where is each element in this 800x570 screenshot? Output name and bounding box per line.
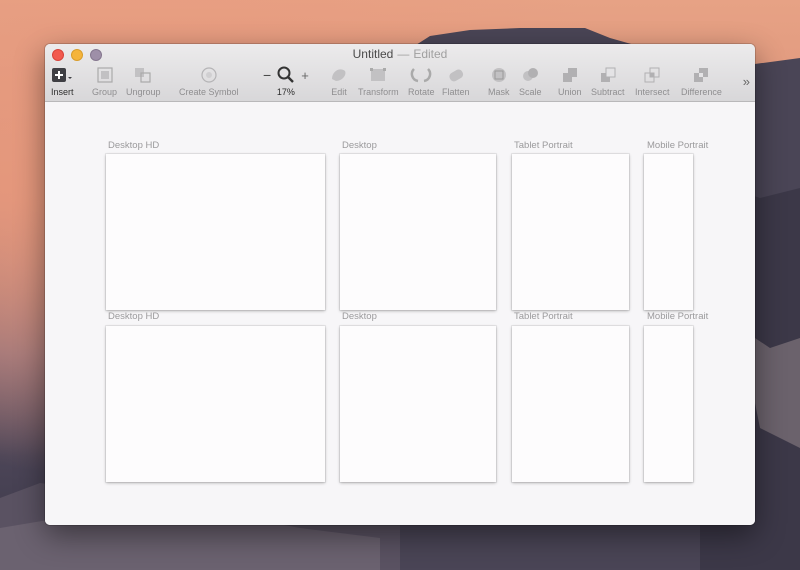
- rotate-label: Rotate: [408, 87, 435, 97]
- transform-icon: [369, 66, 387, 84]
- mask-icon: [490, 66, 508, 84]
- magnifier-icon: [277, 66, 295, 83]
- document-status: Edited: [413, 47, 448, 61]
- artboard-title[interactable]: Tablet Portrait: [514, 140, 573, 151]
- edit-label: Edit: [331, 87, 347, 97]
- transform-label: Transform: [358, 87, 399, 97]
- scale-icon: [521, 66, 539, 84]
- insert-label: Insert: [51, 87, 74, 97]
- artboard-title[interactable]: Desktop: [342, 311, 377, 322]
- difference-label: Difference: [681, 87, 722, 97]
- artboard-title[interactable]: Desktop: [342, 140, 377, 151]
- intersect-label: Intersect: [635, 87, 670, 97]
- zoom-level: 17%: [276, 87, 295, 97]
- artboard-mobile-portrait[interactable]: [644, 154, 693, 310]
- transform-button[interactable]: Transform: [358, 66, 399, 100]
- zoom-out-button[interactable]: −: [263, 67, 271, 83]
- union-label: Union: [558, 87, 582, 97]
- flatten-button[interactable]: Flatten: [442, 66, 470, 100]
- flatten-label: Flatten: [442, 87, 470, 97]
- ungroup-icon: [133, 66, 153, 84]
- artboard-tablet-portrait[interactable]: [512, 154, 629, 310]
- intersect-button[interactable]: Intersect: [635, 66, 670, 100]
- artboard-title[interactable]: Desktop HD: [108, 140, 159, 151]
- artboard-desktop-hd[interactable]: [106, 154, 325, 310]
- scale-label: Scale: [519, 87, 542, 97]
- canvas[interactable]: Desktop HD Desktop Tablet Portrait Mobil…: [45, 102, 755, 525]
- mask-label: Mask: [488, 87, 510, 97]
- group-label: Group: [92, 87, 118, 97]
- artboard-title[interactable]: Desktop HD: [108, 311, 159, 322]
- group-icon: [96, 66, 114, 84]
- difference-icon: [692, 66, 710, 84]
- toolbar-overflow-icon[interactable]: »: [743, 74, 750, 89]
- subtract-icon: [599, 66, 617, 84]
- artboard-mobile-portrait[interactable]: [644, 326, 693, 482]
- artboard-tablet-portrait[interactable]: [512, 326, 629, 482]
- union-button[interactable]: Union: [558, 66, 582, 100]
- rotate-button[interactable]: Rotate: [408, 66, 435, 100]
- ungroup-button[interactable]: Ungroup: [126, 66, 161, 100]
- zoom-in-button[interactable]: +: [301, 68, 309, 83]
- symbol-icon: [200, 66, 218, 84]
- app-window: Untitled — Edited Insert Group Ungroup C…: [45, 44, 755, 525]
- artboard-desktop[interactable]: [340, 154, 496, 310]
- zoom-icons: − +: [263, 66, 309, 84]
- ungroup-label: Ungroup: [126, 87, 161, 97]
- flatten-icon: [446, 66, 466, 84]
- group-button[interactable]: Group: [92, 66, 117, 100]
- artboard-title[interactable]: Mobile Portrait: [647, 311, 708, 322]
- insert-icon: [51, 66, 73, 84]
- edit-button[interactable]: Edit: [330, 66, 348, 100]
- title-separator: —: [397, 47, 410, 61]
- subtract-label: Subtract: [591, 87, 625, 97]
- zoom-control: − + 17%: [263, 66, 309, 100]
- create-symbol-button[interactable]: Create Symbol: [179, 66, 239, 100]
- scale-button[interactable]: Scale: [519, 66, 542, 100]
- intersect-icon: [643, 66, 661, 84]
- artboard-title[interactable]: Tablet Portrait: [514, 311, 573, 322]
- window-title: Untitled — Edited: [45, 47, 755, 61]
- artboard-title[interactable]: Mobile Portrait: [647, 140, 708, 151]
- union-icon: [561, 66, 579, 84]
- edit-icon: [330, 66, 348, 84]
- create-symbol-label: Create Symbol: [179, 87, 239, 97]
- mask-button[interactable]: Mask: [488, 66, 510, 100]
- titlebar-toolbar: Untitled — Edited Insert Group Ungroup C…: [45, 44, 755, 102]
- difference-button[interactable]: Difference: [681, 66, 722, 100]
- artboard-desktop-hd[interactable]: [106, 326, 325, 482]
- rotate-icon: [410, 66, 432, 84]
- insert-button[interactable]: Insert: [51, 66, 74, 100]
- subtract-button[interactable]: Subtract: [591, 66, 625, 100]
- artboard-desktop[interactable]: [340, 326, 496, 482]
- document-name: Untitled: [352, 47, 394, 61]
